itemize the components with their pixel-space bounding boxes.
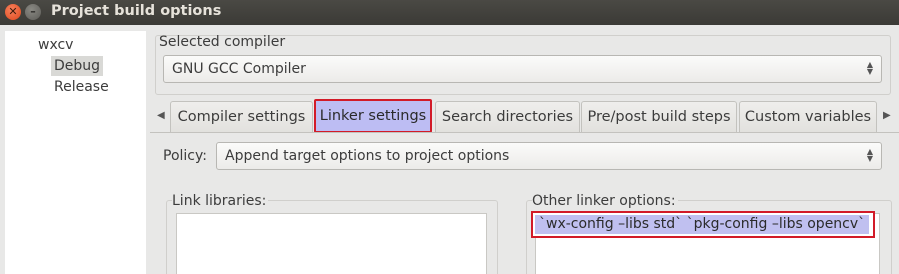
other-linker-options-highlight: `wx-config –libs std` `pkg-config –libs … [531, 211, 875, 238]
other-linker-options-label: Other linker options: [532, 193, 678, 209]
other-linker-options-value[interactable]: `wx-config –libs std` `pkg-config –libs … [535, 215, 870, 234]
tab-compiler-settings[interactable]: Compiler settings [170, 101, 313, 132]
tab-custom-variables[interactable]: Custom variables [739, 101, 877, 132]
tree-node-project[interactable]: wxcv [35, 35, 76, 55]
tab-scroll-right-icon[interactable]: ▶ [883, 110, 891, 121]
policy-select[interactable]: Append target options to project options… [216, 142, 882, 170]
window-title: Project build options [51, 3, 222, 19]
tree-node-release[interactable]: Release [51, 77, 112, 97]
combo-arrows-icon: ▲ ▼ [866, 60, 874, 76]
combo-arrows-icon: ▲ ▼ [866, 147, 874, 163]
tab-scroll-left-icon[interactable]: ◀ [157, 110, 165, 121]
policy-select-value: Append target options to project options [225, 148, 510, 164]
minimize-icon[interactable]: – [25, 4, 41, 20]
compiler-select[interactable]: GNU GCC Compiler ▲ ▼ [163, 55, 882, 83]
tab-pre-post-build-steps[interactable]: Pre/post build steps [581, 101, 737, 132]
title-bar: ✕ – Project build options [0, 0, 899, 25]
link-libraries-list[interactable] [176, 213, 487, 274]
target-tree: wxcv Debug Release [5, 31, 146, 274]
link-libraries-label: Link libraries: [172, 193, 269, 209]
tab-search-directories[interactable]: Search directories [435, 101, 580, 132]
tree-node-debug[interactable]: Debug [51, 56, 104, 76]
compiler-select-value: GNU GCC Compiler [172, 61, 306, 77]
tab-linker-settings[interactable]: Linker settings [314, 99, 432, 133]
policy-label: Policy: [163, 148, 207, 164]
close-icon[interactable]: ✕ [5, 4, 21, 20]
selected-compiler-label: Selected compiler [159, 34, 286, 50]
